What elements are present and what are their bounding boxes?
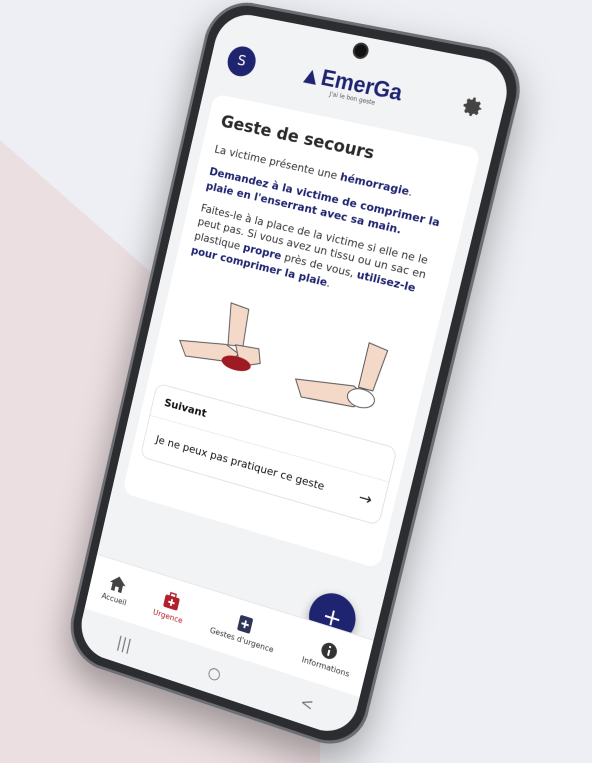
siren-icon: ▲ — [302, 63, 321, 88]
app-logo: ▲ EmerGa J'ai le bon geste — [302, 61, 405, 107]
avatar-letter: S — [235, 52, 248, 70]
nav-urgence-label: Urgence — [152, 607, 184, 626]
first-aid-card: Geste de secours La victime présente une… — [122, 93, 482, 569]
front-camera — [353, 43, 368, 58]
avatar[interactable]: S — [224, 44, 259, 79]
nav-informations[interactable]: Informations — [301, 635, 355, 679]
arrow-right-icon: → — [356, 487, 375, 510]
info-icon — [320, 640, 339, 662]
nav-urgence[interactable]: Urgence — [152, 588, 188, 625]
nav-gestes-urgence[interactable]: Gestes d'urgence — [209, 606, 279, 655]
home-button[interactable]: ○ — [206, 662, 223, 684]
medical-book-icon — [237, 614, 254, 634]
phone-frame: S ▲ EmerGa J'ai le bon geste Geste de se… — [62, 0, 530, 756]
p1-bold: hémorragie — [338, 170, 411, 199]
home-icon — [108, 574, 128, 594]
phone-screen: S ▲ EmerGa J'ai le bon geste Geste de se… — [75, 9, 515, 740]
recent-apps-button[interactable]: ||| — [115, 632, 133, 654]
settings-gear-icon[interactable] — [458, 92, 488, 121]
back-button[interactable]: < — [299, 692, 316, 714]
hand-right-illustration — [292, 327, 388, 416]
first-aid-kit-icon — [162, 590, 180, 611]
phone-mockup: S ▲ EmerGa J'ai le bon geste Geste de se… — [0, 0, 592, 763]
nav-accueil[interactable]: Accueil — [101, 572, 132, 607]
